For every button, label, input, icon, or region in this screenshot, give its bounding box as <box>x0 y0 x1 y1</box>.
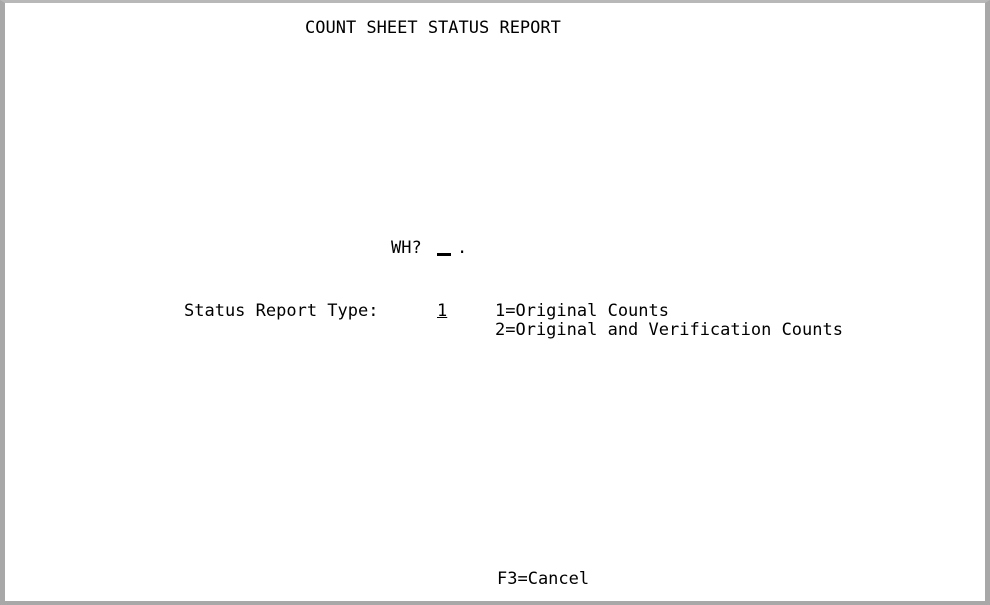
screen-title: COUNT SHEET STATUS REPORT <box>305 18 561 38</box>
status-option-1: 1=Original Counts <box>495 301 669 321</box>
f3-cancel-key[interactable]: F3=Cancel <box>497 569 589 589</box>
warehouse-label: WH? <box>391 238 422 258</box>
terminal-window: COUNT SHEET STATUS REPORT WH? . Status R… <box>0 0 990 605</box>
status-report-type-input[interactable]: 1 <box>437 301 447 321</box>
status-report-type-label: Status Report Type: <box>184 301 379 321</box>
warehouse-field-terminator: . <box>457 238 468 258</box>
status-option-2: 2=Original and Verification Counts <box>495 320 843 340</box>
warehouse-input[interactable] <box>437 253 451 256</box>
